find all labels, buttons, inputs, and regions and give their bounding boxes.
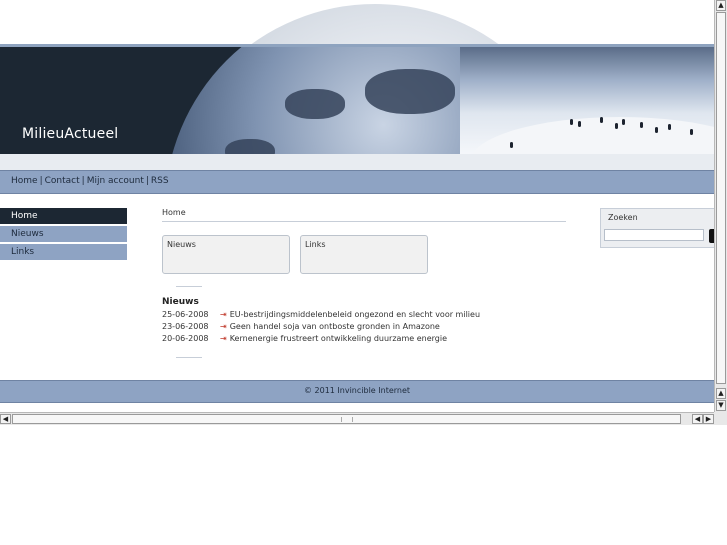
header-banner [0, 44, 714, 160]
news-date: 25-06-2008 [162, 310, 209, 319]
site-header: MilieuActueel [0, 0, 714, 170]
scroll-down-icon[interactable]: ▼ [716, 400, 726, 411]
nav-separator: | [39, 176, 43, 186]
news-heading: Nieuws [162, 297, 199, 307]
news-item: 20-06-2008 ⇥ Kernenergie frustreert ontwik… [162, 334, 447, 343]
vertical-scrollbar[interactable]: ▲ ▲ ▼ [714, 0, 727, 412]
arrow-right-icon: ⇥ [220, 310, 227, 319]
search-label: Zoeken [608, 213, 638, 222]
scrollbar-corner [714, 412, 727, 425]
web-page: MilieuActueel Home | Contact | Mijn account |… [0, 0, 714, 410]
nav-link-home[interactable]: Home [11, 176, 38, 186]
nieuws-box-title: Nieuws [167, 240, 196, 249]
scroll-left-icon[interactable]: ◀ [692, 414, 703, 424]
news-date: 20-06-2008 [162, 334, 209, 343]
site-footer: © 2011 Invincible Internet [0, 380, 714, 403]
left-menu: Home Nieuws Links [0, 208, 127, 262]
news-link[interactable]: Geen handel soja van ontboste gronden in… [230, 322, 440, 331]
nav-separator: | [145, 176, 149, 186]
arrow-right-icon: ⇥ [220, 334, 227, 343]
scroll-up-icon[interactable]: ▲ [716, 388, 726, 399]
links-box[interactable]: Links [300, 235, 428, 274]
divider [176, 286, 202, 287]
news-link[interactable]: EU-bestrijdingsmiddelenbeleid ongezond e… [230, 310, 480, 319]
links-box-title: Links [305, 240, 326, 249]
scroll-right-icon[interactable]: ▶ [703, 414, 714, 424]
nav-link-mijn-account[interactable]: Mijn account [87, 176, 144, 186]
search-input[interactable] [604, 229, 704, 241]
top-navigation: Home | Contact | Mijn account | RSS [0, 170, 714, 194]
scroll-up-icon[interactable]: ▲ [716, 0, 726, 11]
news-item: 23-06-2008 ⇥ Geen handel soja van ontboste… [162, 322, 440, 331]
left-menu-item-nieuws[interactable]: Nieuws [0, 226, 127, 244]
left-menu-item-home[interactable]: Home [0, 208, 127, 226]
horizontal-scroll-thumb[interactable] [12, 414, 681, 424]
site-logo[interactable]: MilieuActueel [22, 126, 118, 142]
arrow-right-icon: ⇥ [220, 322, 227, 331]
news-date: 23-06-2008 [162, 322, 209, 331]
header-strip [0, 154, 714, 170]
divider [176, 357, 202, 358]
news-link[interactable]: Kernenergie frustreert ontwikkeling duur… [230, 334, 447, 343]
vertical-scroll-thumb[interactable] [716, 12, 726, 384]
nav-separator: | [81, 176, 85, 186]
footer-copyright: © 2011 Invincible Internet [303, 386, 411, 395]
breadcrumb: Home [162, 208, 566, 222]
horizontal-scrollbar[interactable]: ◀ ◀ ▶ [0, 412, 714, 425]
nav-link-rss[interactable]: RSS [151, 176, 169, 186]
nieuws-box[interactable]: Nieuws [162, 235, 290, 274]
nav-link-contact[interactable]: Contact [45, 176, 80, 186]
scroll-left-icon[interactable]: ◀ [0, 414, 11, 424]
news-item: 25-06-2008 ⇥ EU-bestrijdingsmiddelenbeleid… [162, 310, 480, 319]
search-box: Zoeken [600, 208, 714, 248]
left-menu-item-links[interactable]: Links [0, 244, 127, 262]
